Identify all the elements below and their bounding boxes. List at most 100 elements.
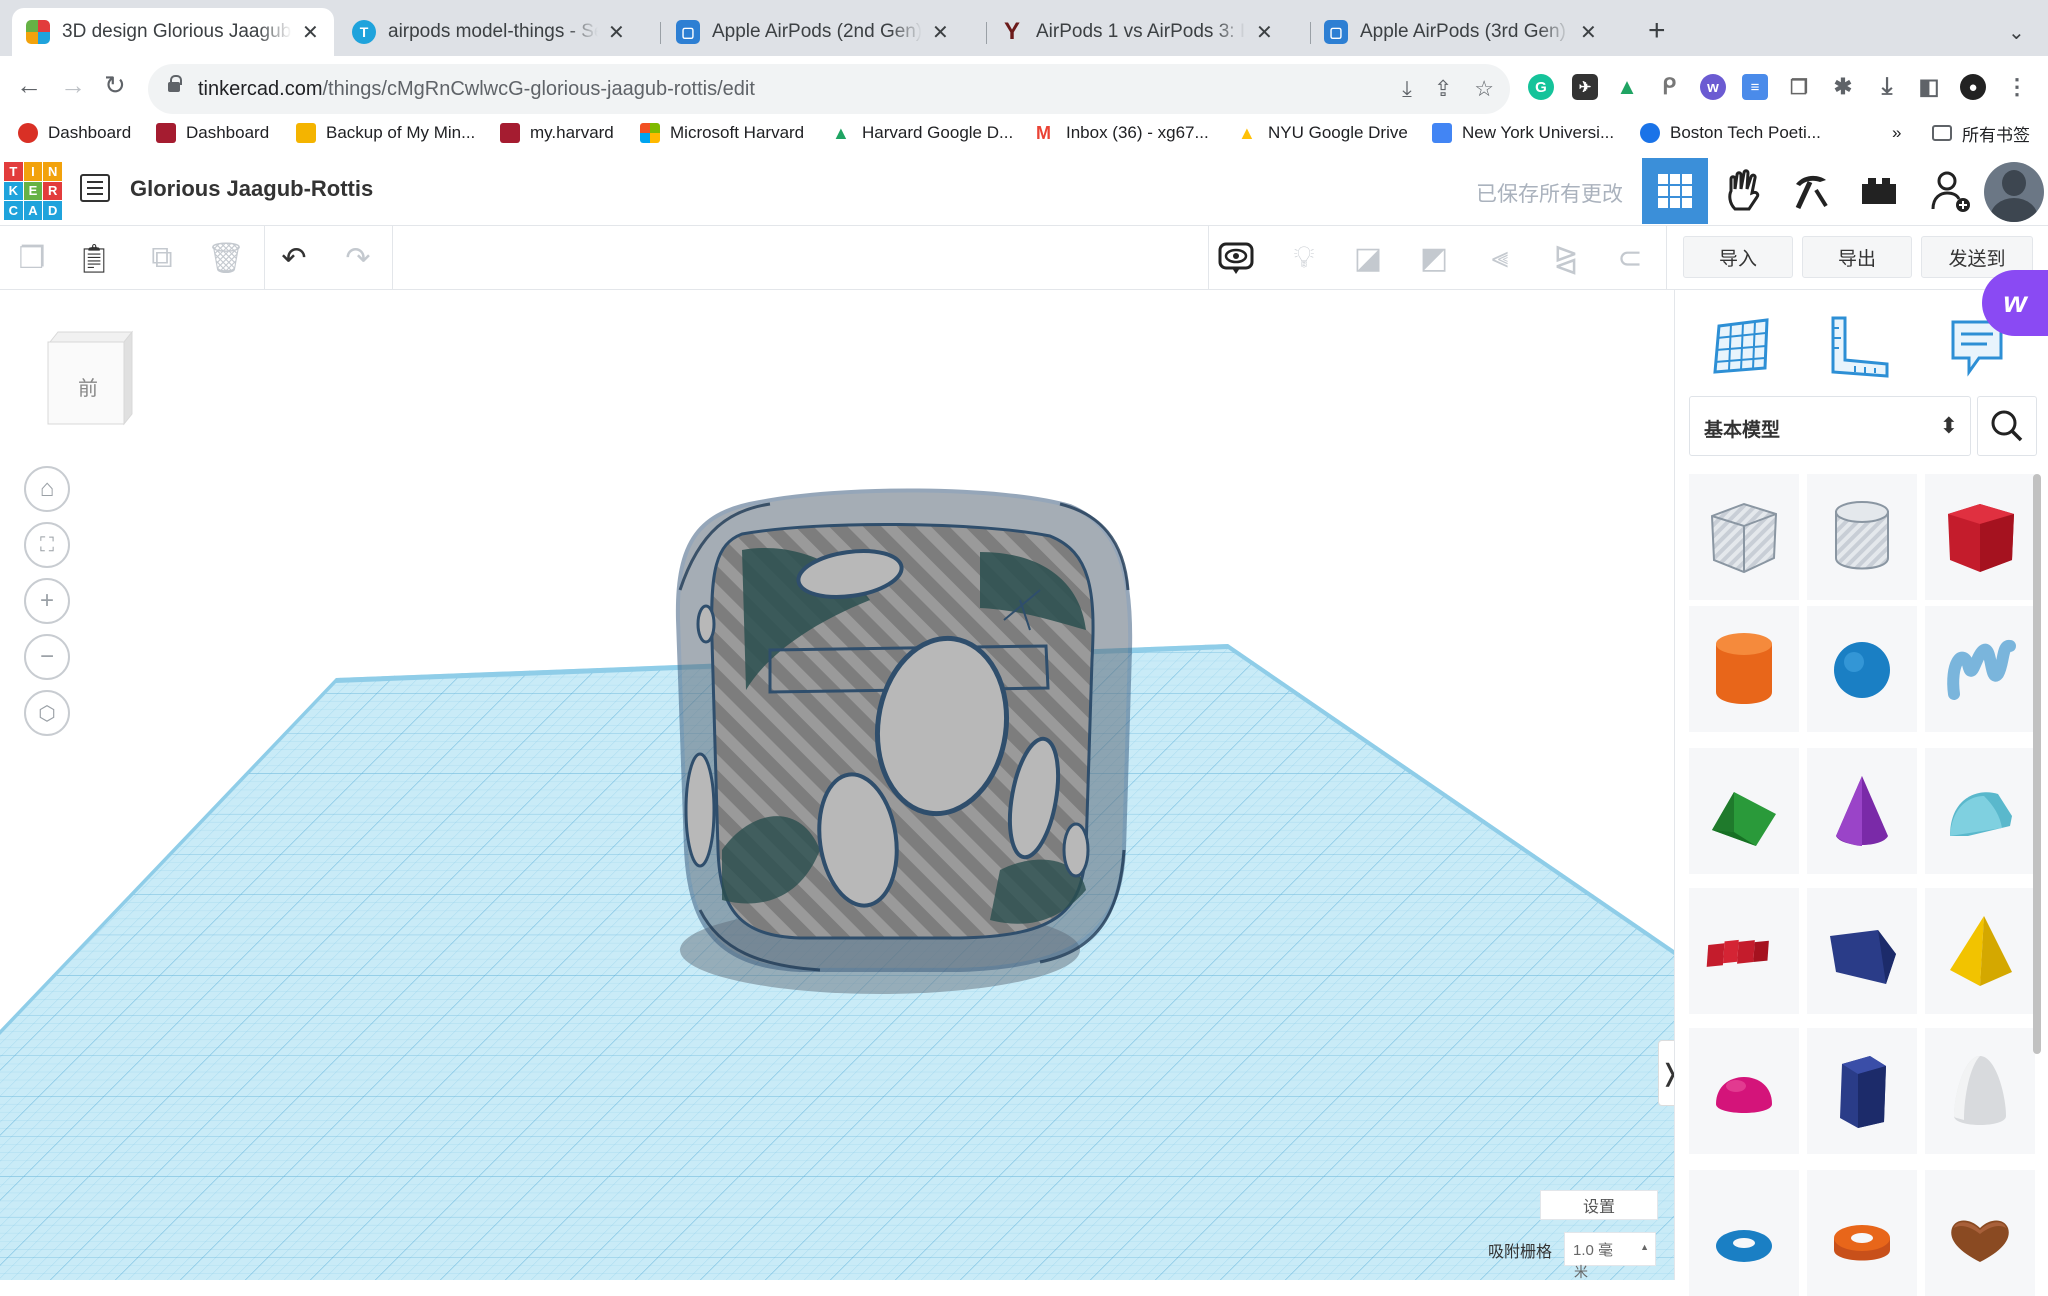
back-icon[interactable]: ← xyxy=(16,70,42,101)
shape-box[interactable] xyxy=(1925,474,2035,600)
shape-search-button[interactable] xyxy=(1977,396,2037,456)
bookmark-item[interactable]: my.harvard xyxy=(500,118,614,148)
shape-paraboloid[interactable] xyxy=(1925,1028,2035,1154)
mirror-icon[interactable]: ⧎ xyxy=(1544,236,1588,280)
shape-wedge[interactable] xyxy=(1807,888,1917,1014)
shape-tube[interactable] xyxy=(1807,1170,1917,1296)
shape-polygon[interactable] xyxy=(1807,1028,1917,1154)
close-tab-icon[interactable]: ✕ xyxy=(1580,20,1597,45)
forward-icon[interactable]: → xyxy=(60,70,86,101)
shape-half-sphere[interactable] xyxy=(1689,1028,1799,1154)
grammarly-icon[interactable]: G xyxy=(1528,74,1554,100)
ungroup-icon[interactable]: ◩ xyxy=(1412,236,1456,280)
shape-scribble[interactable] xyxy=(1925,606,2035,732)
undo-icon[interactable]: ↶ xyxy=(272,236,316,280)
user-avatar[interactable] xyxy=(1984,162,2044,222)
close-tab-icon[interactable]: ✕ xyxy=(932,20,949,45)
shape-box-hole[interactable] xyxy=(1689,474,1799,600)
shape-roof[interactable] xyxy=(1689,748,1799,874)
panel-collapse-button[interactable]: ❭ xyxy=(1658,1040,1674,1106)
new-tab-icon[interactable]: + xyxy=(1648,14,1666,48)
bookmark-item[interactable]: New York Universi... xyxy=(1432,118,1614,148)
bookmark-star-icon[interactable]: ☆ xyxy=(1474,76,1494,102)
shape-cylinder[interactable] xyxy=(1689,606,1799,732)
address-bar[interactable]: tinkercad.com/things/cMgRnCwlwcG-gloriou… xyxy=(148,64,1510,114)
bookmark-item[interactable]: Microsoft Harvard xyxy=(640,118,804,148)
shape-text[interactable] xyxy=(1689,888,1799,1014)
extensions-puzzle-icon[interactable]: ✱ xyxy=(1830,74,1856,100)
downloads-icon[interactable]: ⤓ xyxy=(1874,73,1900,100)
3d-design-view-button[interactable] xyxy=(1642,158,1708,224)
profile-avatar-icon[interactable]: ● xyxy=(1960,74,1986,100)
snap-grid-select[interactable]: 1.0 毫 xyxy=(1564,1232,1656,1266)
delete-icon[interactable]: 🗑︎ xyxy=(204,236,248,280)
panel-scrollbar[interactable] xyxy=(2033,474,2041,1054)
close-tab-icon[interactable]: ✕ xyxy=(1256,20,1273,45)
shape-category-select[interactable]: 基本模型 xyxy=(1689,396,1971,456)
cruise-icon[interactable]: ⊂ xyxy=(1608,236,1652,280)
export-button[interactable]: 导出 xyxy=(1802,236,1912,278)
side-panel-icon[interactable]: ◧ xyxy=(1916,74,1942,100)
tab-airpods-2nd[interactable]: ▢ Apple AirPods (2nd Gen) Dimensions ✕ xyxy=(662,8,984,56)
install-app-icon[interactable]: ⤓ xyxy=(1402,76,1412,102)
shape-sphere[interactable] xyxy=(1807,606,1917,732)
shape-torus[interactable] xyxy=(1689,1170,1799,1296)
invite-user-button[interactable] xyxy=(1918,158,1984,224)
bookmark-item[interactable]: ▲ Harvard Google D... xyxy=(832,118,1013,148)
blocks-view-button[interactable] xyxy=(1710,158,1776,224)
design-list-icon[interactable] xyxy=(80,174,110,202)
close-tab-icon[interactable]: ✕ xyxy=(302,20,319,45)
copy-icon[interactable]: ❐ xyxy=(10,236,54,280)
design-title[interactable]: Glorious Jaagub-Rottis xyxy=(130,176,373,202)
bricks-view-button[interactable] xyxy=(1778,158,1844,224)
extension-send-icon[interactable]: ✈ xyxy=(1572,74,1598,100)
bookmark-item[interactable]: Boston Tech Poeti... xyxy=(1640,118,1821,148)
shape-pyramid[interactable] xyxy=(1925,888,2035,1014)
share-icon[interactable]: ⇪ xyxy=(1434,76,1452,102)
settings-button[interactable]: 设置 xyxy=(1540,1190,1658,1220)
bookmark-item[interactable]: M Inbox (36) - xg67... xyxy=(1036,118,1209,148)
align-icon[interactable]: ⫷ xyxy=(1478,236,1522,280)
lightbulb-icon[interactable]: 💡︎ xyxy=(1282,236,1326,280)
workplane-tool[interactable] xyxy=(1705,310,1775,380)
view-cube[interactable]: 前 xyxy=(44,328,134,428)
tab-thingiverse[interactable]: T airpods model-things - Search ✕ xyxy=(338,8,658,56)
shape-cone[interactable] xyxy=(1807,748,1917,874)
sim-lab-view-button[interactable] xyxy=(1846,158,1912,224)
extension-w-icon[interactable]: w xyxy=(1700,74,1726,100)
import-button[interactable]: 导入 xyxy=(1683,236,1793,278)
duplicate-icon[interactable]: ⧉ xyxy=(140,236,184,280)
fit-view-button[interactable]: ⛶ xyxy=(24,522,70,568)
ruler-tool[interactable] xyxy=(1823,310,1893,380)
weava-extension-icon[interactable]: w xyxy=(1982,270,2048,336)
projection-button[interactable]: ⬡ xyxy=(24,690,70,736)
extension-p-icon[interactable]: ᑭ xyxy=(1656,74,1682,100)
zoom-in-button[interactable]: + xyxy=(24,578,70,624)
tab-airpods-3rd[interactable]: ▢ Apple AirPods (3rd Gen) Dimensions ✕ xyxy=(1310,8,1632,56)
docs-icon[interactable]: ≡ xyxy=(1742,74,1768,100)
bookmark-item[interactable]: Dashboard xyxy=(156,118,269,148)
shape-round-roof[interactable] xyxy=(1925,748,2035,874)
shape-cylinder-hole[interactable] xyxy=(1807,474,1917,600)
bookmark-item[interactable]: Backup of My Min... xyxy=(296,118,475,148)
bookmark-item[interactable]: ▲ NYU Google Drive xyxy=(1238,118,1408,148)
home-view-button[interactable]: ⌂ xyxy=(24,466,70,512)
redo-icon[interactable]: ↷ xyxy=(336,236,380,280)
bookmark-item[interactable]: Dashboard xyxy=(18,118,131,148)
reload-icon[interactable]: ↻ xyxy=(104,70,126,101)
3d-viewport[interactable]: 前 ⌂ ⛶ + − ⬡ ❭ xyxy=(0,290,1674,1280)
browser-menu-icon[interactable]: ⋮ xyxy=(2004,74,2030,100)
google-drive-icon[interactable]: ▲ xyxy=(1614,74,1640,100)
close-tab-icon[interactable]: ✕ xyxy=(608,20,625,45)
notes-icon[interactable] xyxy=(1214,236,1258,280)
extension-copy-icon[interactable]: ❐ xyxy=(1786,74,1812,100)
tab-tinkercad[interactable]: 3D design Glorious Jaagub-Rottis ✕ xyxy=(12,8,334,56)
all-bookmarks[interactable]: 所有书签 xyxy=(1932,118,2030,148)
shape-heart[interactable] xyxy=(1925,1170,2035,1296)
bookmarks-overflow-icon[interactable]: » xyxy=(1892,118,1901,148)
tab-airpods-compare[interactable]: Y AirPods 1 vs AirPods 3: Is there ✕ xyxy=(986,8,1308,56)
tab-search-chevron-icon[interactable]: ⌄ xyxy=(2008,20,2025,45)
tinkercad-logo[interactable]: T I N K E R C A D xyxy=(4,162,62,220)
paste-icon[interactable]: 📋︎ xyxy=(72,236,116,280)
zoom-out-button[interactable]: − xyxy=(24,634,70,680)
